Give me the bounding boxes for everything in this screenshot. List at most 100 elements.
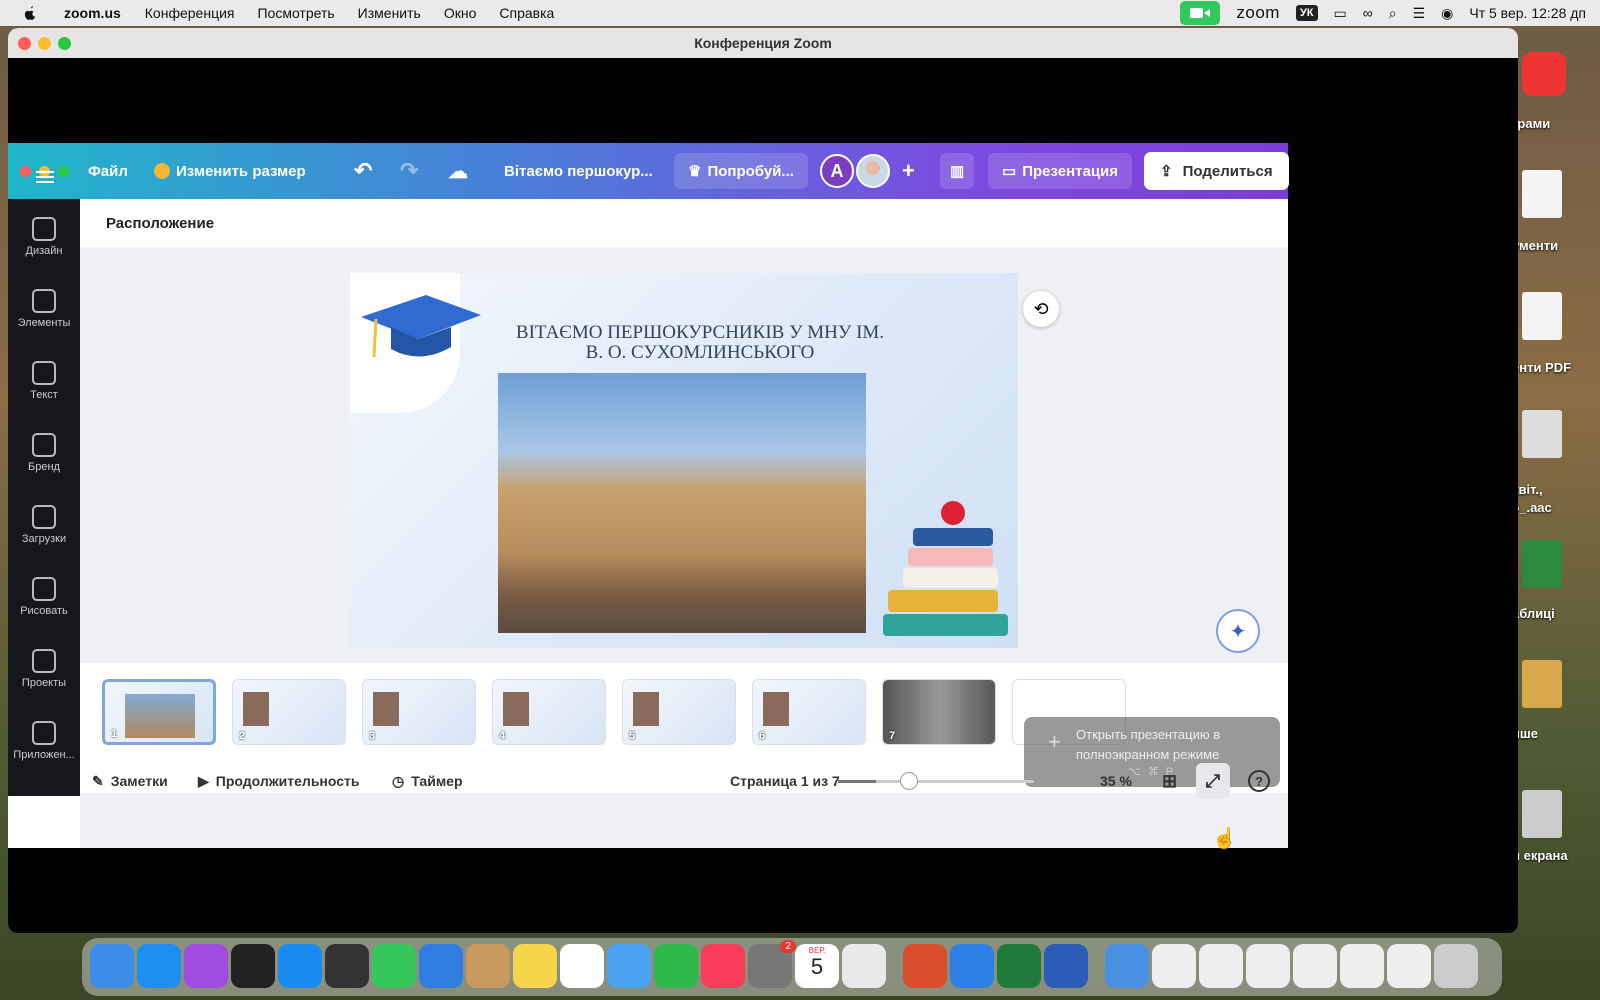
redo-icon[interactable]: ↷ xyxy=(400,143,418,199)
page-thumbnail[interactable]: 1 xyxy=(102,679,216,745)
app-store-icon[interactable] xyxy=(137,944,181,988)
zoom-slider-knob[interactable] xyxy=(900,772,918,790)
presentation-button[interactable]: ▭ Презентация xyxy=(988,153,1133,189)
desktop-sheet-icon[interactable] xyxy=(1522,540,1562,588)
zoom-status-label[interactable]: zoom xyxy=(1236,3,1280,23)
sidebar-item-upload[interactable]: Загрузки xyxy=(8,505,80,545)
music-icon[interactable] xyxy=(701,944,745,988)
cloud-saved-icon[interactable]: ☁ xyxy=(448,143,468,199)
desktop-box-icon[interactable] xyxy=(1522,660,1562,708)
zoom-slider[interactable] xyxy=(838,772,1034,790)
sidebar-item-text[interactable]: Текст xyxy=(8,361,80,401)
downloads-folder-icon[interactable] xyxy=(1105,944,1149,988)
sidebar-item-brand[interactable]: Бренд xyxy=(8,433,80,473)
doc-stack-icon[interactable] xyxy=(1293,944,1337,988)
mail-icon[interactable] xyxy=(419,944,463,988)
grid-view-icon[interactable]: ⊞ xyxy=(1162,763,1177,799)
link-icon[interactable]: ∞ xyxy=(1363,5,1373,21)
magic-assistant-icon[interactable]: ✦ xyxy=(1216,609,1260,653)
sidebar-item-apps[interactable]: Приложен... xyxy=(8,721,80,761)
menu-conference[interactable]: Конференция xyxy=(145,5,235,21)
add-collaborator-icon[interactable]: + xyxy=(902,158,915,184)
desktop-app-icon[interactable] xyxy=(1522,52,1566,96)
duration-button[interactable]: ▶ Продолжительность xyxy=(198,763,360,799)
piano-icon[interactable] xyxy=(325,944,369,988)
maps-icon[interactable] xyxy=(607,944,651,988)
facetime-icon[interactable] xyxy=(654,944,698,988)
help-icon[interactable]: ? xyxy=(1248,770,1270,792)
avatar-photo[interactable] xyxy=(856,154,890,188)
word-icon[interactable] xyxy=(1044,944,1088,988)
calendar-icon[interactable]: ВЕР. 5 xyxy=(795,944,839,988)
zoom-camera-icon[interactable] xyxy=(1180,1,1221,25)
settings-icon[interactable]: 2 xyxy=(748,940,796,988)
safari-icon[interactable] xyxy=(278,944,322,988)
input-language[interactable]: УК xyxy=(1295,5,1318,21)
chrome-icon[interactable] xyxy=(842,944,886,988)
desktop-audio-icon[interactable] xyxy=(1522,410,1562,458)
resize-button[interactable]: Изменить размер xyxy=(154,143,306,199)
page-thumbnail[interactable]: 5 xyxy=(622,679,736,745)
battery-icon[interactable]: ▭ xyxy=(1334,5,1347,22)
contacts-icon[interactable] xyxy=(466,944,510,988)
file-menu[interactable]: Файл xyxy=(88,143,128,199)
notes-button[interactable]: ✎ Заметки xyxy=(92,763,168,799)
page-thumbnail[interactable]: 7 xyxy=(882,679,996,745)
menu-edit[interactable]: Изменить xyxy=(358,5,421,21)
fullscreen-icon[interactable]: ⤢ xyxy=(1196,763,1230,799)
doc-stack-icon[interactable] xyxy=(1387,944,1431,988)
messages-icon[interactable] xyxy=(372,944,416,988)
search-icon[interactable]: ⌕ xyxy=(1389,5,1397,22)
minimize-window-button[interactable] xyxy=(38,37,51,50)
menu-icon[interactable] xyxy=(36,149,54,205)
doc-stack-icon[interactable] xyxy=(1246,944,1290,988)
excel-icon[interactable] xyxy=(997,944,1041,988)
finder-icon[interactable] xyxy=(90,944,134,988)
apple-icon[interactable] xyxy=(22,5,38,21)
document-title[interactable]: Вітаємо першокур... xyxy=(504,143,653,199)
siri-app-icon[interactable] xyxy=(231,944,275,988)
desktop-label-documents[interactable]: ументи xyxy=(1512,238,1558,253)
desktop-doc-icon[interactable] xyxy=(1522,170,1562,218)
powerpoint-icon[interactable] xyxy=(903,944,947,988)
page-thumbnail[interactable]: 3 xyxy=(362,679,476,745)
trash-icon[interactable] xyxy=(1434,944,1478,988)
zoom-value[interactable]: 35 % xyxy=(1100,763,1132,799)
sidebar-item-elements[interactable]: Элементы xyxy=(8,289,80,329)
notes-icon[interactable] xyxy=(513,944,557,988)
clock[interactable]: Чт 5 вер. 12:28 дп xyxy=(1469,5,1586,21)
desktop-screenshot-icon[interactable] xyxy=(1522,790,1562,838)
desktop-label-pdf[interactable]: енти PDF xyxy=(1512,360,1571,375)
sidebar-item-folder[interactable]: Проекты xyxy=(8,649,80,689)
page-thumbnail[interactable]: 4 xyxy=(492,679,606,745)
reminders-icon[interactable] xyxy=(560,944,604,988)
share-button[interactable]: ⇪ Поделиться xyxy=(1144,152,1289,190)
doc-stack-icon[interactable] xyxy=(1152,944,1196,988)
doc-stack-icon[interactable] xyxy=(1340,944,1384,988)
close-window-button[interactable] xyxy=(18,37,31,50)
doc-stack-icon[interactable] xyxy=(1199,944,1243,988)
insights-icon[interactable]: ▥ xyxy=(940,153,975,189)
sidebar-item-draw[interactable]: Рисовать xyxy=(8,577,80,617)
slide-canvas[interactable]: ВІТАЄМО ПЕРШОКУРСНИКІВ У МНУ ІМ. В. О. СУ… xyxy=(350,273,1018,648)
desktop-pdf-icon[interactable] xyxy=(1522,292,1562,340)
menu-help[interactable]: Справка xyxy=(499,5,554,21)
siri-icon[interactable]: ◉ xyxy=(1441,5,1453,22)
control-center-icon[interactable]: ☰ xyxy=(1413,5,1426,22)
avatar[interactable]: A xyxy=(820,154,854,188)
page-thumbnail[interactable]: 2 xyxy=(232,679,346,745)
page-indicator[interactable]: Страница 1 из 7 xyxy=(730,763,840,799)
zoom-icon[interactable] xyxy=(950,944,994,988)
sidebar-item-design[interactable]: Дизайн xyxy=(8,217,80,257)
zoom-window-button[interactable] xyxy=(58,37,71,50)
menu-view[interactable]: Посмотреть xyxy=(257,5,334,21)
try-pro-button[interactable]: ♛ Попробуй... xyxy=(674,153,808,189)
app-menu[interactable]: zoom.us xyxy=(64,5,121,21)
desktop-label-tables[interactable]: аблиці xyxy=(1512,606,1555,621)
page-thumbnail[interactable]: 6 xyxy=(752,679,866,745)
timer-button[interactable]: ◷ Таймер xyxy=(392,763,463,799)
undo-icon[interactable]: ↶ xyxy=(354,143,372,199)
menu-window[interactable]: Окно xyxy=(444,5,477,21)
podcasts-icon[interactable] xyxy=(184,944,228,988)
desktop-label-screens[interactable]: и екрана xyxy=(1512,848,1568,863)
